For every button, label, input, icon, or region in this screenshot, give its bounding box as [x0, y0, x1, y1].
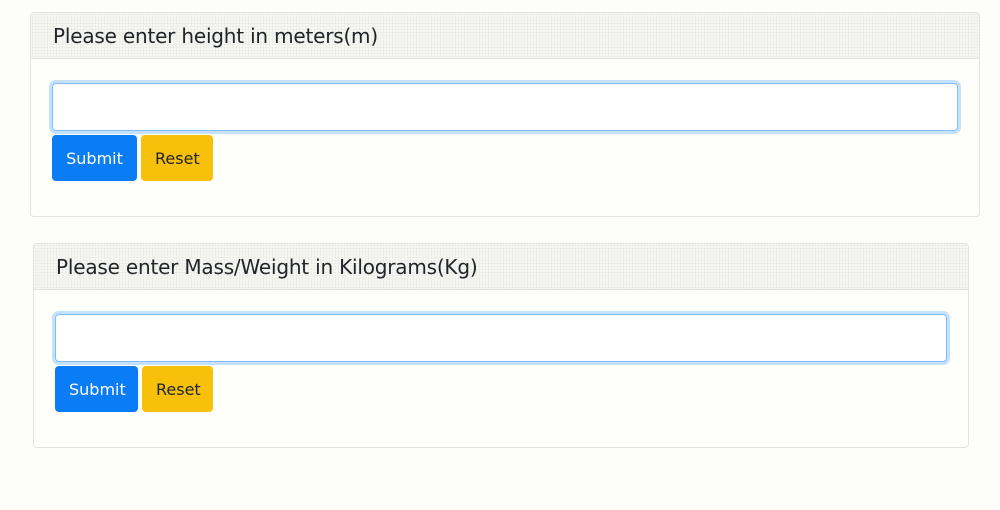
- mass-reset-button[interactable]: Reset: [142, 366, 213, 412]
- height-button-row: Submit Reset: [52, 135, 958, 181]
- height-submit-button[interactable]: Submit: [52, 135, 137, 181]
- mass-card-body: Submit Reset: [34, 290, 968, 412]
- height-reset-button[interactable]: Reset: [141, 135, 213, 181]
- mass-button-row: Submit Reset: [55, 366, 947, 412]
- height-input[interactable]: [52, 83, 958, 131]
- height-card-title: Please enter height in meters(m): [53, 23, 378, 48]
- mass-card-header: Please enter Mass/Weight in Kilograms(Kg…: [34, 244, 968, 290]
- mass-card-title: Please enter Mass/Weight in Kilograms(Kg…: [56, 254, 478, 279]
- height-card-header: Please enter height in meters(m): [31, 13, 979, 59]
- height-card: Please enter height in meters(m) Submit …: [30, 12, 980, 217]
- mass-submit-button[interactable]: Submit: [55, 366, 138, 412]
- mass-card: Please enter Mass/Weight in Kilograms(Kg…: [33, 243, 969, 448]
- height-card-body: Submit Reset: [31, 59, 979, 181]
- mass-input[interactable]: [55, 314, 947, 362]
